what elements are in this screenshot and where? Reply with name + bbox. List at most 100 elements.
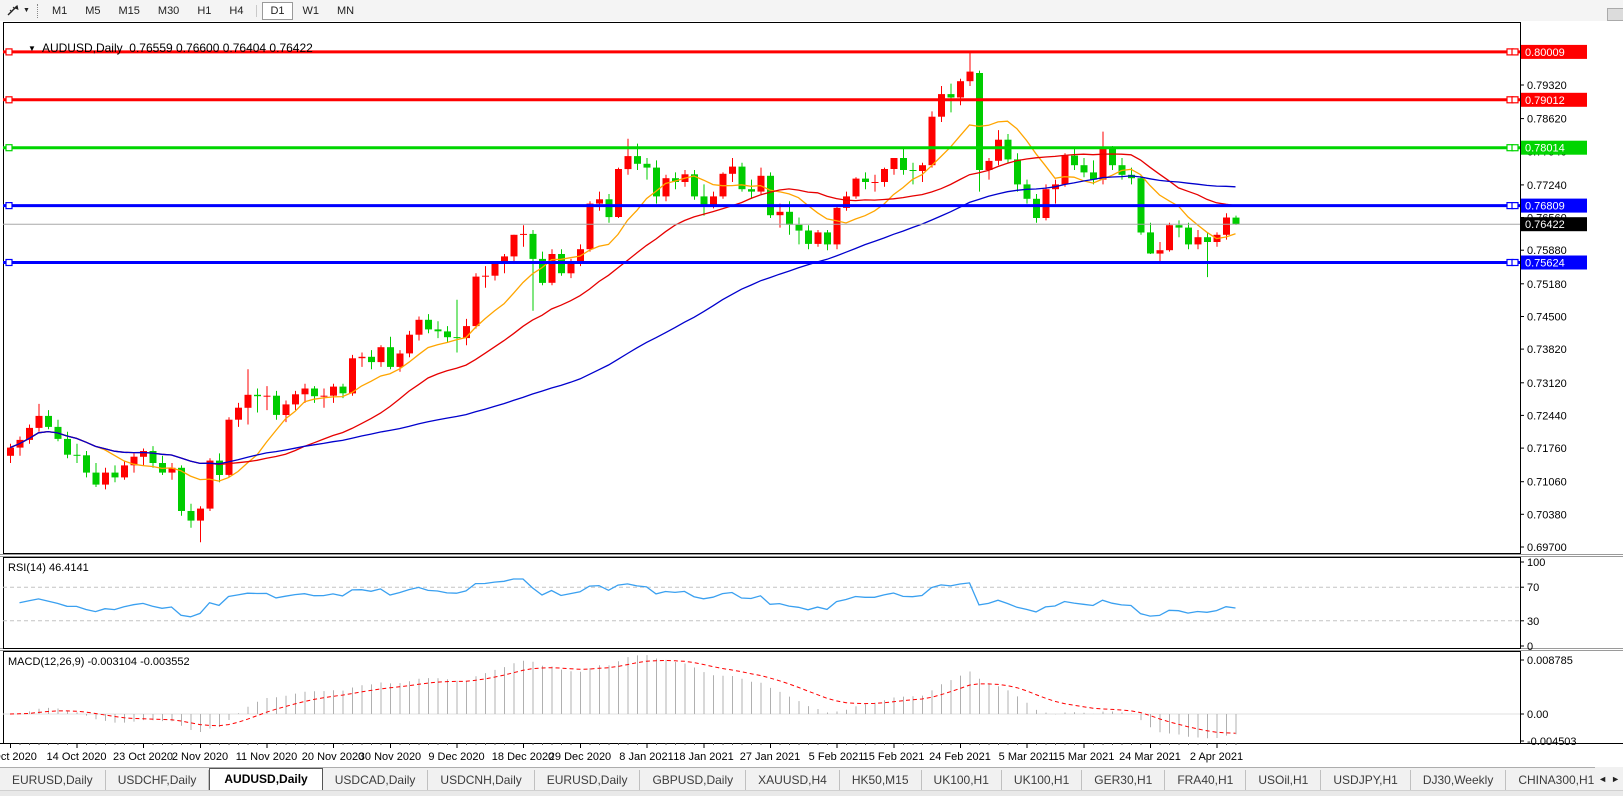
price-tick-label: 0.70380 — [1527, 509, 1567, 521]
tab-scroll-arrows: ◄ ► — [1595, 767, 1623, 790]
date-tick-label: 23 Oct 2020 — [113, 751, 173, 763]
status-strip — [0, 790, 1623, 796]
chart-title: ▼ AUDUSD,Daily 0.76559 0.76600 0.76404 0.… — [8, 27, 313, 69]
rsi-indicator-label: RSI(14) 46.4141 — [8, 562, 89, 574]
chart-tab-GBPUSD-Daily[interactable]: GBPUSD,Daily — [640, 770, 747, 791]
chart-tab-USDJPY-H1[interactable]: USDJPY,H1 — [1321, 770, 1411, 791]
cursor-tool-icon[interactable] — [3, 3, 23, 19]
chart-tab-USDCAD-Daily[interactable]: USDCAD,Daily — [323, 770, 429, 791]
period-button-M5[interactable]: M5 — [77, 2, 108, 20]
chart-tab-USOil-H1[interactable]: USOil,H1 — [1246, 770, 1322, 791]
macd-indicator-label: MACD(12,26,9) -0.003104 -0.003552 — [8, 656, 190, 668]
periods-toolbar: ▼ M1 M5 M15 M30 H1 H4 D1 W1 MN — [0, 0, 1623, 22]
date-tick-label: 29 Dec 2020 — [549, 751, 611, 763]
chart-tab-XAUUSD-H4[interactable]: XAUUSD,H4 — [746, 770, 840, 791]
chart-tab-UK100-H1[interactable]: UK100,H1 — [1002, 770, 1083, 791]
current-price-label: 0.76422 — [1525, 219, 1565, 231]
date-tick-label: 24 Feb 2021 — [929, 751, 991, 763]
chart-tab-AUDUSD-Daily[interactable]: AUDUSD,Daily — [209, 768, 323, 791]
tab-scroll-left-icon[interactable]: ◄ — [1598, 774, 1607, 784]
price-tick-label: 0.75180 — [1527, 279, 1567, 291]
rsi-axis-label: 30 — [1527, 616, 1539, 628]
rsi-axis-label: 0 — [1527, 641, 1533, 653]
period-button-H4[interactable]: H4 — [221, 2, 251, 20]
date-tick-label: 14 Oct 2020 — [47, 751, 107, 763]
date-tick-label: 5 Feb 2021 — [809, 751, 865, 763]
price-axis: 0.793200.786200.779400.772400.765600.758… — [1511, 44, 1587, 748]
price-tick-label: 0.71060 — [1527, 477, 1567, 489]
chart-tab-GER30-H1[interactable]: GER30,H1 — [1082, 770, 1166, 791]
chart-symbol-label: AUDUSD,Daily — [41, 41, 123, 55]
hline-price-label: 0.78014 — [1525, 143, 1565, 155]
price-tick-label: 0.79320 — [1527, 80, 1567, 92]
chart-canvas[interactable]: 0.793200.786200.779400.772400.765600.758… — [0, 21, 1623, 767]
period-button-MN[interactable]: MN — [329, 2, 362, 20]
chart-tab-UK100-H1[interactable]: UK100,H1 — [922, 770, 1002, 791]
date-axis: 5 Oct 2020 14 Oct 2020 23 Oct 20202 Nov 20… — [0, 743, 1243, 763]
period-button-M15[interactable]: M15 — [111, 2, 148, 20]
date-tick-label: 2 Nov 2020 — [172, 751, 228, 763]
hline-handle[interactable] — [5, 258, 13, 267]
hline-handle[interactable] — [5, 202, 13, 210]
macd-axis-label: 0.008785 — [1527, 655, 1573, 667]
date-tick-label: 20 Nov 2020 — [302, 751, 364, 763]
chart-tab-USDCNH-Daily[interactable]: USDCNH,Daily — [428, 770, 535, 791]
macd-axis-label: -0.004503 — [1527, 736, 1577, 748]
hline-price-label: 0.80009 — [1525, 47, 1565, 59]
cursor-arrow-icon — [7, 5, 19, 16]
price-tick-label: 0.77240 — [1527, 180, 1567, 192]
macd-axis-label: 0.00 — [1527, 709, 1548, 721]
chart-scroll-corner-button[interactable] — [1607, 8, 1623, 21]
hline-price-label: 0.76809 — [1525, 201, 1565, 213]
chart-tab-CHINA300-H1[interactable]: CHINA300,H1 — [1506, 770, 1608, 791]
price-tick-label: 0.73820 — [1527, 344, 1567, 356]
price-tick-label: 0.71760 — [1527, 443, 1567, 455]
chart-tab-EURUSD-Daily[interactable]: EURUSD,Daily — [535, 770, 641, 791]
date-tick-label: 18 Dec 2020 — [492, 751, 554, 763]
date-tick-label: 27 Jan 2021 — [740, 751, 801, 763]
chart-tab-HK50-M15[interactable]: HK50,M15 — [840, 770, 922, 791]
price-tick-label: 0.69700 — [1527, 542, 1567, 554]
chart-window: 0.793200.786200.779400.772400.765600.758… — [0, 8, 1623, 767]
price-tick-label: 0.78620 — [1527, 114, 1567, 126]
hline-price-label: 0.79012 — [1525, 95, 1565, 107]
chart-tab-DJ30-Weekly[interactable]: DJ30,Weekly — [1411, 770, 1507, 791]
chart-tab-EURUSD-Daily[interactable]: EURUSD,Daily — [0, 770, 106, 791]
hline-handle[interactable] — [5, 96, 13, 104]
price-tick-label: 0.73120 — [1527, 378, 1567, 390]
date-tick-label: 15 Mar 2021 — [1053, 751, 1115, 763]
period-button-M1[interactable]: M1 — [44, 2, 75, 20]
date-tick-label: 18 Jan 2021 — [673, 751, 734, 763]
date-tick-label: 2 Apr 2021 — [1190, 751, 1243, 763]
toolbar-grip — [36, 3, 38, 18]
hline-handle[interactable] — [5, 144, 13, 152]
period-button-H1[interactable]: H1 — [189, 2, 219, 20]
rsi-axis-label: 100 — [1527, 557, 1545, 569]
chart-title-collapse-icon[interactable]: ▼ — [28, 44, 36, 53]
price-tick-label: 0.72440 — [1527, 410, 1567, 422]
chart-ohlc-values: 0.76559 0.76600 0.76404 0.76422 — [129, 41, 313, 55]
date-tick-label: 5 Oct 2020 — [0, 751, 37, 763]
chart-tab-USDCHF-Daily[interactable]: USDCHF,Daily — [106, 770, 210, 791]
date-tick-label: 9 Dec 2020 — [428, 751, 484, 763]
mt4-window: ▼ M1 M5 M15 M30 H1 H4 D1 W1 MN 0.79320 0.78620 0.7… — [0, 0, 1623, 796]
price-tick-label: 0.74500 — [1527, 312, 1567, 324]
date-tick-label: 15 Feb 2021 — [863, 751, 925, 763]
period-buttons: M1 M5 M15 M30 H1 H4 D1 W1 MN — [43, 1, 363, 20]
period-button-W1[interactable]: W1 — [295, 2, 328, 20]
chart-tab-bar: EURUSD,Daily USDCHF,Daily AUDUSD,Daily USDC… — [0, 767, 1623, 791]
date-tick-label: 11 Nov 2020 — [236, 751, 298, 763]
hline-price-label: 0.75624 — [1525, 258, 1565, 270]
date-tick-label: 8 Jan 2021 — [619, 751, 673, 763]
date-tick-label: 24 Mar 2021 — [1119, 751, 1181, 763]
period-button-M30[interactable]: M30 — [150, 2, 187, 20]
price-tick-label: 0.75880 — [1527, 245, 1567, 257]
tab-scroll-right-icon[interactable]: ► — [1611, 774, 1620, 784]
chart-tab-FRA40-H1[interactable]: FRA40,H1 — [1165, 770, 1247, 791]
period-button-D1[interactable]: D1 — [262, 1, 293, 20]
date-tick-label: 5 Mar 2021 — [999, 751, 1055, 763]
cursor-tool-dropdown-icon[interactable]: ▼ — [23, 7, 30, 14]
date-tick-label: 30 Nov 2020 — [359, 751, 421, 763]
rsi-axis-label: 70 — [1527, 582, 1539, 594]
period-divider — [256, 4, 258, 17]
